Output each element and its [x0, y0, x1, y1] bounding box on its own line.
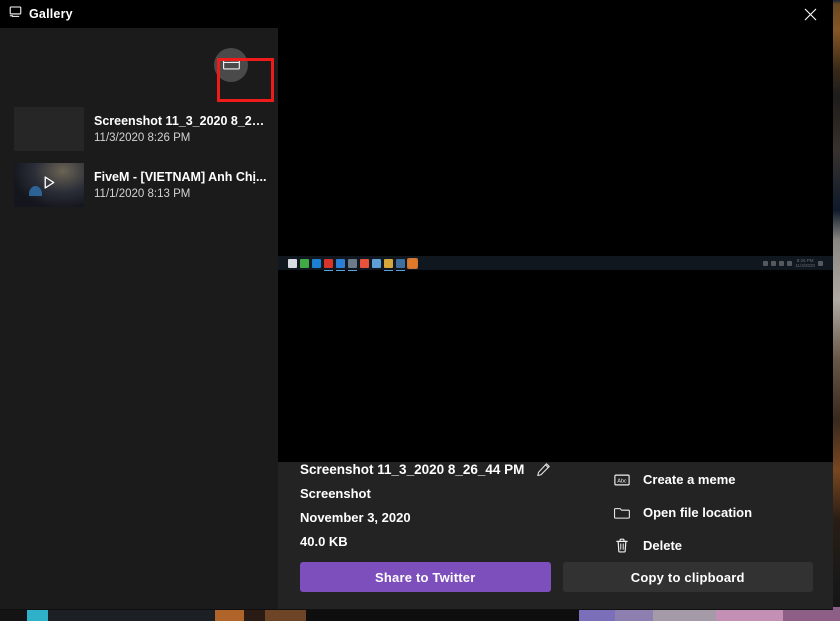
tray-notification-icon — [818, 260, 823, 266]
gallery-sidebar: Screenshot 11_3_2020 8_26_... 11/3/2020 8… — [0, 28, 278, 610]
list-item-title: FiveM - [VIETNAM] Anh Chị... — [94, 169, 267, 184]
list-item-text: FiveM - [VIETNAM] Anh Chị... 11/1/2020 8:… — [94, 169, 266, 202]
monitor-icon — [9, 5, 22, 23]
preview-area: 8:26 PM 11/3/2020 — [278, 28, 833, 462]
app-steel-icon — [396, 258, 405, 271]
main-panel: 8:26 PM 11/3/2020 Screenshot 11_3_2020 8… — [278, 28, 833, 610]
list-item[interactable]: FiveM - [VIETNAM] Anh Chị... 11/1/2020 8:… — [0, 157, 278, 213]
window-title: Gallery — [29, 7, 73, 21]
desktop-right-edge — [833, 0, 840, 621]
video-thumbnail — [14, 163, 84, 207]
share-to-twitter-button[interactable]: Share to Twitter — [300, 562, 551, 592]
app-red-icon — [324, 258, 333, 271]
list-item-title: Screenshot 11_3_2020 8_26_... — [94, 113, 268, 128]
app-gray-icon — [348, 258, 357, 271]
app-cyan-icon — [312, 258, 321, 268]
screenshot-preview[interactable]: 8:26 PM 11/3/2020 — [278, 28, 833, 462]
play-icon — [41, 174, 58, 196]
file-metadata: Screenshot 11_3_2020 8_26_44 PM Screensh… — [300, 462, 613, 562]
file-type: Screenshot — [300, 486, 371, 501]
action-label: Delete — [643, 538, 683, 553]
tray-clock: 8:26 PM 11/3/2020 — [795, 258, 815, 268]
file-name-row: Screenshot 11_3_2020 8_26_44 PM — [300, 462, 613, 477]
app-blue-icon — [336, 258, 345, 271]
file-date: November 3, 2020 — [300, 510, 411, 525]
pencil-icon[interactable] — [536, 462, 551, 477]
open-folder-button[interactable] — [214, 48, 248, 82]
list-item-date: 11/3/2020 8:26 PM — [94, 131, 191, 144]
tray-volume-icon — [779, 260, 785, 266]
action-label: Open file location — [643, 505, 753, 520]
list-item[interactable]: Screenshot 11_3_2020 8_26_... 11/3/2020 8… — [0, 101, 278, 157]
folder-icon — [613, 506, 630, 519]
gallery-item-list[interactable]: Screenshot 11_3_2020 8_26_... 11/3/2020 8… — [0, 83, 278, 213]
action-label: Create a meme — [643, 472, 736, 487]
window-body: Screenshot 11_3_2020 8_26_... 11/3/2020 8… — [0, 28, 833, 610]
footer-buttons: Share to Twitter Copy to clipboard — [278, 562, 833, 610]
file-name: Screenshot 11_3_2020 8_26_44 PM — [300, 462, 525, 477]
taskview-icon — [288, 258, 297, 268]
svg-text:Abc: Abc — [617, 478, 627, 484]
action-create-a-meme[interactable]: Abc Create a meme — [613, 463, 813, 496]
gallery-window: Gallery Screenshot 11_3_2020 8_26_... 11… — [0, 0, 833, 610]
image-thumbnail — [14, 107, 84, 151]
chrome-icon — [360, 258, 369, 268]
window-bottom-edge — [0, 609, 833, 610]
folder-yellow-icon — [384, 258, 393, 271]
app-green-icon — [300, 258, 309, 268]
trash-icon — [613, 538, 630, 553]
sidebar-toolbar — [0, 28, 278, 102]
action-delete[interactable]: Delete — [613, 529, 813, 562]
preview-taskbar: 8:26 PM 11/3/2020 — [278, 256, 833, 271]
app-orange-icon — [407, 257, 418, 269]
list-item-date: 11/1/2020 8:13 PM — [94, 187, 191, 200]
title-bar-left: Gallery — [0, 5, 73, 23]
preview-system-tray: 8:26 PM 11/3/2020 — [763, 258, 829, 268]
close-icon[interactable] — [788, 0, 833, 28]
copy-to-clipboard-button[interactable]: Copy to clipboard — [562, 562, 813, 592]
action-open-file-location[interactable]: Open file location — [613, 496, 813, 529]
tray-battery-icon — [787, 260, 793, 266]
preview-taskbar-icons — [282, 257, 418, 271]
file-size: 40.0 KB — [300, 534, 348, 549]
abc-box-icon: Abc — [613, 473, 630, 487]
action-menu: Abc Create a meme Open file location Delete — [613, 462, 813, 562]
folder-icon — [222, 56, 240, 75]
explorer-icon — [372, 258, 381, 268]
tray-network-icon — [771, 260, 777, 266]
title-bar: Gallery — [0, 0, 833, 28]
list-item-text: Screenshot 11_3_2020 8_26_... 11/3/2020 8… — [94, 113, 268, 146]
tray-chevron-icon — [763, 260, 769, 266]
